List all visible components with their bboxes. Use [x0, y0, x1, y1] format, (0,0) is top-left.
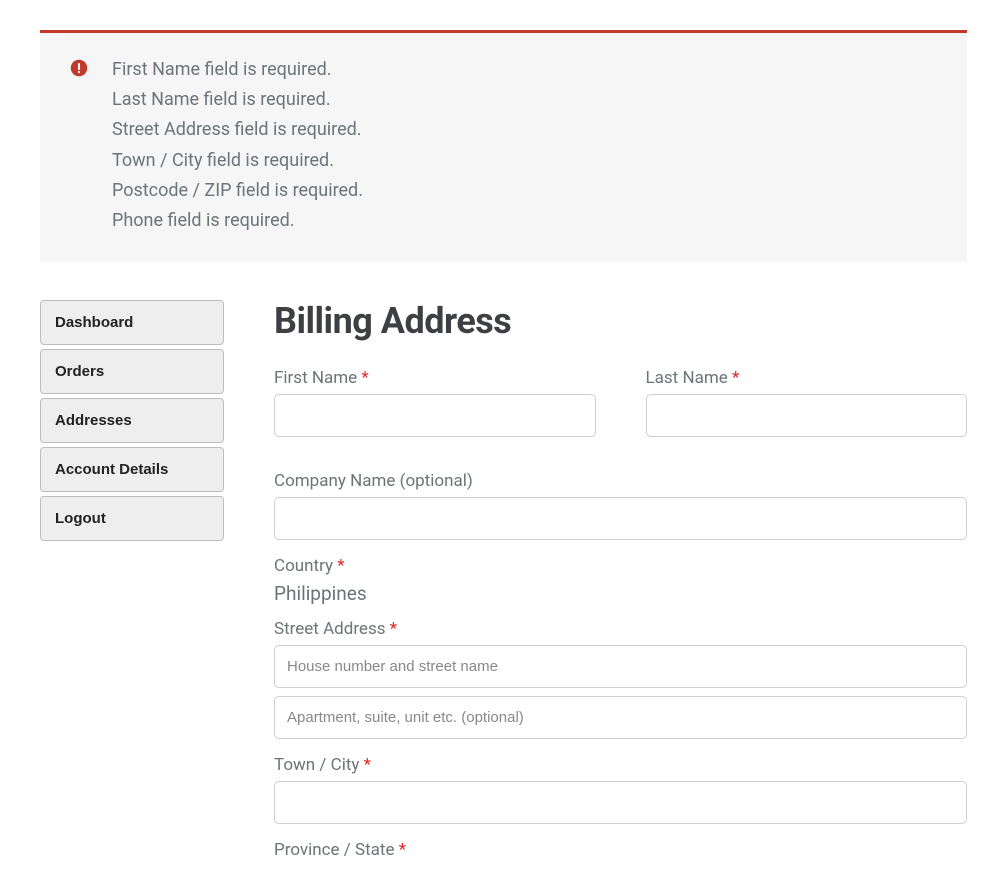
error-message: Street Address field is required. — [112, 115, 363, 145]
country-label-text: Country — [274, 556, 337, 576]
error-icon — [70, 59, 88, 77]
city-field[interactable] — [274, 781, 967, 824]
street-label: Street Address * — [274, 619, 967, 639]
required-mark: * — [337, 556, 344, 576]
province-field-wrap: Province / State * — [274, 840, 967, 860]
sidebar-item-dashboard[interactable]: Dashboard — [40, 300, 224, 345]
street-field-wrap: Street Address * — [274, 619, 967, 739]
city-label-text: Town / City — [274, 755, 364, 775]
province-label-text: Province / State — [274, 840, 399, 860]
last-name-label: Last Name * — [646, 368, 968, 388]
error-message: Phone field is required. — [112, 206, 363, 236]
country-field-wrap: Country * Philippines — [274, 556, 967, 605]
first-name-label: First Name * — [274, 368, 596, 388]
content-area: Dashboard Orders Addresses Account Detai… — [40, 300, 967, 866]
page-title: Billing Address — [274, 300, 967, 342]
error-message: Last Name field is required. — [112, 85, 363, 115]
street-line1-field[interactable] — [274, 645, 967, 688]
sidebar-item-account-details[interactable]: Account Details — [40, 447, 224, 492]
required-mark: * — [399, 840, 406, 860]
required-mark: * — [364, 755, 371, 775]
street-line2-field[interactable] — [274, 696, 967, 739]
country-value: Philippines — [274, 582, 967, 605]
province-label: Province / State * — [274, 840, 967, 860]
street-label-text: Street Address — [274, 619, 390, 639]
sidebar: Dashboard Orders Addresses Account Detai… — [40, 300, 224, 545]
company-label: Company Name (optional) — [274, 471, 967, 491]
city-label: Town / City * — [274, 755, 967, 775]
error-message: Town / City field is required. — [112, 146, 363, 176]
sidebar-item-orders[interactable]: Orders — [40, 349, 224, 394]
required-mark: * — [361, 368, 368, 388]
required-mark: * — [390, 619, 397, 639]
last-name-field[interactable] — [646, 394, 968, 437]
first-name-field[interactable] — [274, 394, 596, 437]
billing-form: Billing Address First Name * Last Name *… — [274, 300, 967, 866]
error-banner: First Name field is required. Last Name … — [40, 30, 967, 262]
sidebar-item-logout[interactable]: Logout — [40, 496, 224, 541]
required-mark: * — [732, 368, 739, 388]
company-field-wrap: Company Name (optional) — [274, 471, 967, 540]
country-label: Country * — [274, 556, 967, 576]
first-name-label-text: First Name — [274, 368, 361, 388]
last-name-label-text: Last Name — [646, 368, 732, 388]
error-message: Postcode / ZIP field is required. — [112, 176, 363, 206]
company-field[interactable] — [274, 497, 967, 540]
last-name-field-wrap: Last Name * — [646, 368, 968, 437]
first-name-field-wrap: First Name * — [274, 368, 596, 437]
error-messages: First Name field is required. Last Name … — [112, 55, 363, 236]
error-message: First Name field is required. — [112, 55, 363, 85]
sidebar-item-addresses[interactable]: Addresses — [40, 398, 224, 443]
city-field-wrap: Town / City * — [274, 755, 967, 824]
